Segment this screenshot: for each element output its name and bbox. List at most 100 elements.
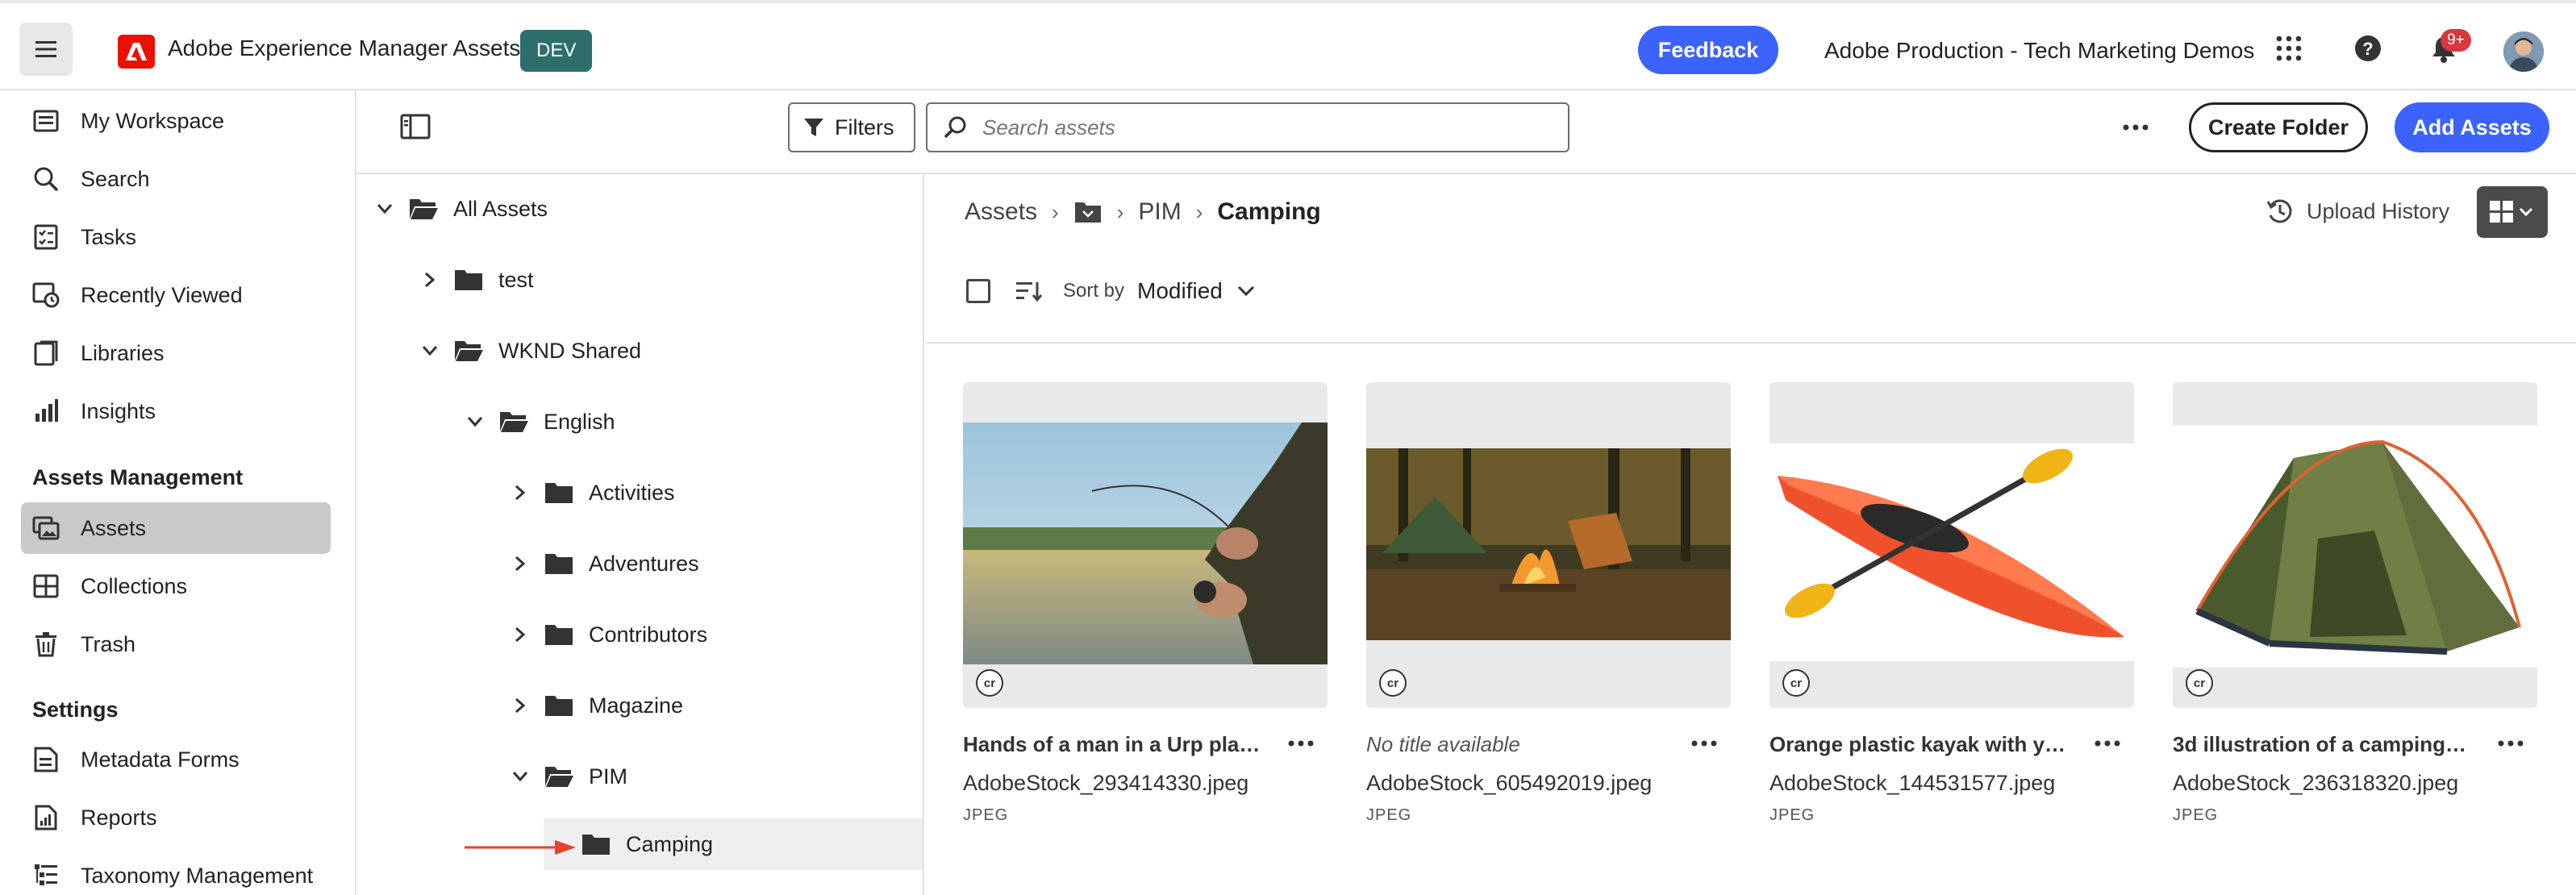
nav-taxonomy-management[interactable]: Taxonomy Management: [21, 850, 331, 895]
asset-more-button[interactable]: [2491, 729, 2531, 758]
nav-label: Tasks: [81, 224, 137, 249]
nav-tasks[interactable]: Tasks: [21, 211, 331, 263]
tree-node-contributors[interactable]: Contributors: [508, 609, 707, 660]
breadcrumb-folder-menu[interactable]: [1073, 200, 1103, 224]
fishing-image: [963, 423, 1328, 664]
tree-node-test[interactable]: test: [418, 254, 534, 306]
chevron-right-icon[interactable]: [508, 622, 532, 647]
toggle-panel-button[interactable]: [400, 114, 431, 139]
content-credentials-badge[interactable]: cr: [976, 669, 1003, 697]
tree-node-adventures[interactable]: Adventures: [508, 538, 699, 589]
rail-toggle-icon: [400, 114, 431, 139]
tree-node-label: Adventures: [589, 551, 699, 576]
asset-thumbnail[interactable]: cr: [963, 382, 1328, 708]
tree-node-english[interactable]: English: [463, 396, 615, 448]
upload-history-button[interactable]: Upload History: [2266, 198, 2449, 225]
asset-card[interactable]: cr 3d illustration of a camping t... Ado…: [2173, 382, 2537, 824]
breadcrumb-item-pim[interactable]: PIM: [1138, 198, 1181, 226]
nav-libraries[interactable]: Libraries: [21, 327, 331, 379]
tree-node-activities[interactable]: Activities: [508, 467, 675, 518]
nav-assets[interactable]: Assets: [21, 502, 331, 554]
menu-icon: [35, 41, 56, 57]
tree-node-label: WKND Shared: [498, 338, 642, 363]
breadcrumb-item-assets[interactable]: Assets: [965, 198, 1037, 226]
nav-label: Insights: [81, 398, 156, 423]
nav-recently-viewed[interactable]: Recently Viewed: [21, 269, 331, 321]
folder-icon: [544, 693, 574, 718]
apps-grid-icon[interactable]: [2276, 35, 2302, 61]
nav-reports[interactable]: Reports: [21, 792, 331, 843]
adobe-logo-icon[interactable]: [118, 35, 155, 69]
feedback-button[interactable]: Feedback: [1638, 26, 1778, 74]
chevron-down-icon[interactable]: [463, 410, 487, 434]
nav-my-workspace[interactable]: My Workspace: [21, 95, 331, 147]
asset-card[interactable]: cr Orange plastic kayak with ye... Adobe…: [1769, 382, 2134, 824]
asset-more-button[interactable]: [1684, 729, 1724, 758]
svg-text:?: ?: [2362, 39, 2373, 59]
chevron-down-icon[interactable]: [418, 339, 442, 363]
view-switcher-button[interactable]: [2477, 186, 2548, 238]
chevron-down-icon[interactable]: [508, 764, 532, 789]
more-icon: [2498, 740, 2524, 747]
tree-node-camping[interactable]: Camping: [544, 818, 923, 870]
breadcrumb: Assets › › PIM › Camping: [965, 198, 1321, 226]
org-switcher[interactable]: Adobe Production - Tech Marketing Demos: [1824, 38, 2254, 64]
search-icon: [944, 115, 968, 139]
app-title[interactable]: Adobe Experience Manager Assets: [168, 35, 520, 61]
asset-thumbnail[interactable]: cr: [2173, 382, 2537, 708]
avatar[interactable]: [2503, 31, 2544, 72]
nav-search[interactable]: Search: [21, 153, 331, 205]
nav-insights[interactable]: Insights: [21, 385, 331, 437]
chevron-down-icon[interactable]: [373, 197, 397, 221]
content-credentials-badge[interactable]: cr: [2186, 669, 2213, 697]
menu-button[interactable]: [19, 23, 73, 76]
content-credentials-badge[interactable]: cr: [1379, 669, 1407, 697]
search-field[interactable]: [926, 102, 1569, 152]
nav-trash[interactable]: Trash: [21, 618, 331, 670]
asset-more-button[interactable]: [1281, 729, 1321, 758]
asset-card[interactable]: cr No title available AdobeStock_6054920…: [1366, 382, 1731, 824]
asset-file-type: JPEG: [1366, 806, 1412, 824]
search-input[interactable]: [982, 114, 1531, 140]
sort-direction-icon[interactable]: [1015, 279, 1044, 303]
chevron-right-icon[interactable]: [508, 481, 532, 505]
asset-thumbnail[interactable]: cr: [1769, 382, 2134, 708]
add-assets-button[interactable]: Add Assets: [2395, 102, 2549, 152]
tree-node-all-assets[interactable]: All Assets: [373, 183, 548, 235]
sort-dropdown[interactable]: Modified: [1137, 278, 1255, 304]
chevron-right-icon: ›: [1116, 199, 1124, 224]
chevron-down-icon: [1237, 285, 1254, 297]
asset-card[interactable]: cr Hands of a man in a Urp plan... Adobe…: [963, 382, 1328, 824]
nav-collections[interactable]: Collections: [21, 560, 331, 612]
section-heading-settings: Settings: [32, 697, 119, 722]
tree-node-magazine[interactable]: Magazine: [508, 680, 683, 731]
nav-metadata-forms[interactable]: Metadata Forms: [21, 734, 331, 785]
nav-label: Collections: [81, 573, 188, 598]
create-folder-button[interactable]: Create Folder: [2189, 102, 2368, 152]
nav-label: Trash: [81, 631, 136, 656]
chevron-right-icon[interactable]: [508, 693, 532, 718]
asset-thumbnail[interactable]: cr: [1366, 382, 1731, 708]
chevron-right-icon[interactable]: [418, 268, 442, 292]
more-icon: [1691, 740, 1717, 747]
content-credentials-badge[interactable]: cr: [1782, 669, 1810, 697]
environment-badge: DEV: [520, 30, 593, 72]
search-icon: [31, 164, 61, 194]
app-window: Adobe Experience Manager Assets DEV Feed…: [0, 0, 2576, 895]
notification-count-badge: 9+: [2441, 29, 2471, 52]
tree-node-pim[interactable]: PIM: [508, 751, 627, 802]
filters-button[interactable]: Filters: [788, 102, 915, 152]
tree-node-wknd-shared[interactable]: WKND Shared: [418, 325, 641, 377]
select-all-checkbox[interactable]: [966, 279, 990, 303]
content-divider: [926, 342, 2576, 343]
sort-by-label: Sort by: [1063, 280, 1125, 302]
help-icon[interactable]: ?: [2354, 35, 2382, 62]
folder-icon: [1074, 202, 1101, 223]
trash-icon: [31, 629, 61, 660]
chevron-right-icon[interactable]: [508, 552, 532, 576]
asset-more-button[interactable]: [2087, 729, 2128, 758]
tree-node-label: Magazine: [589, 693, 684, 718]
more-actions-button[interactable]: [2121, 119, 2150, 135]
libraries-icon: [31, 338, 61, 368]
tree-node-label: English: [544, 409, 615, 434]
